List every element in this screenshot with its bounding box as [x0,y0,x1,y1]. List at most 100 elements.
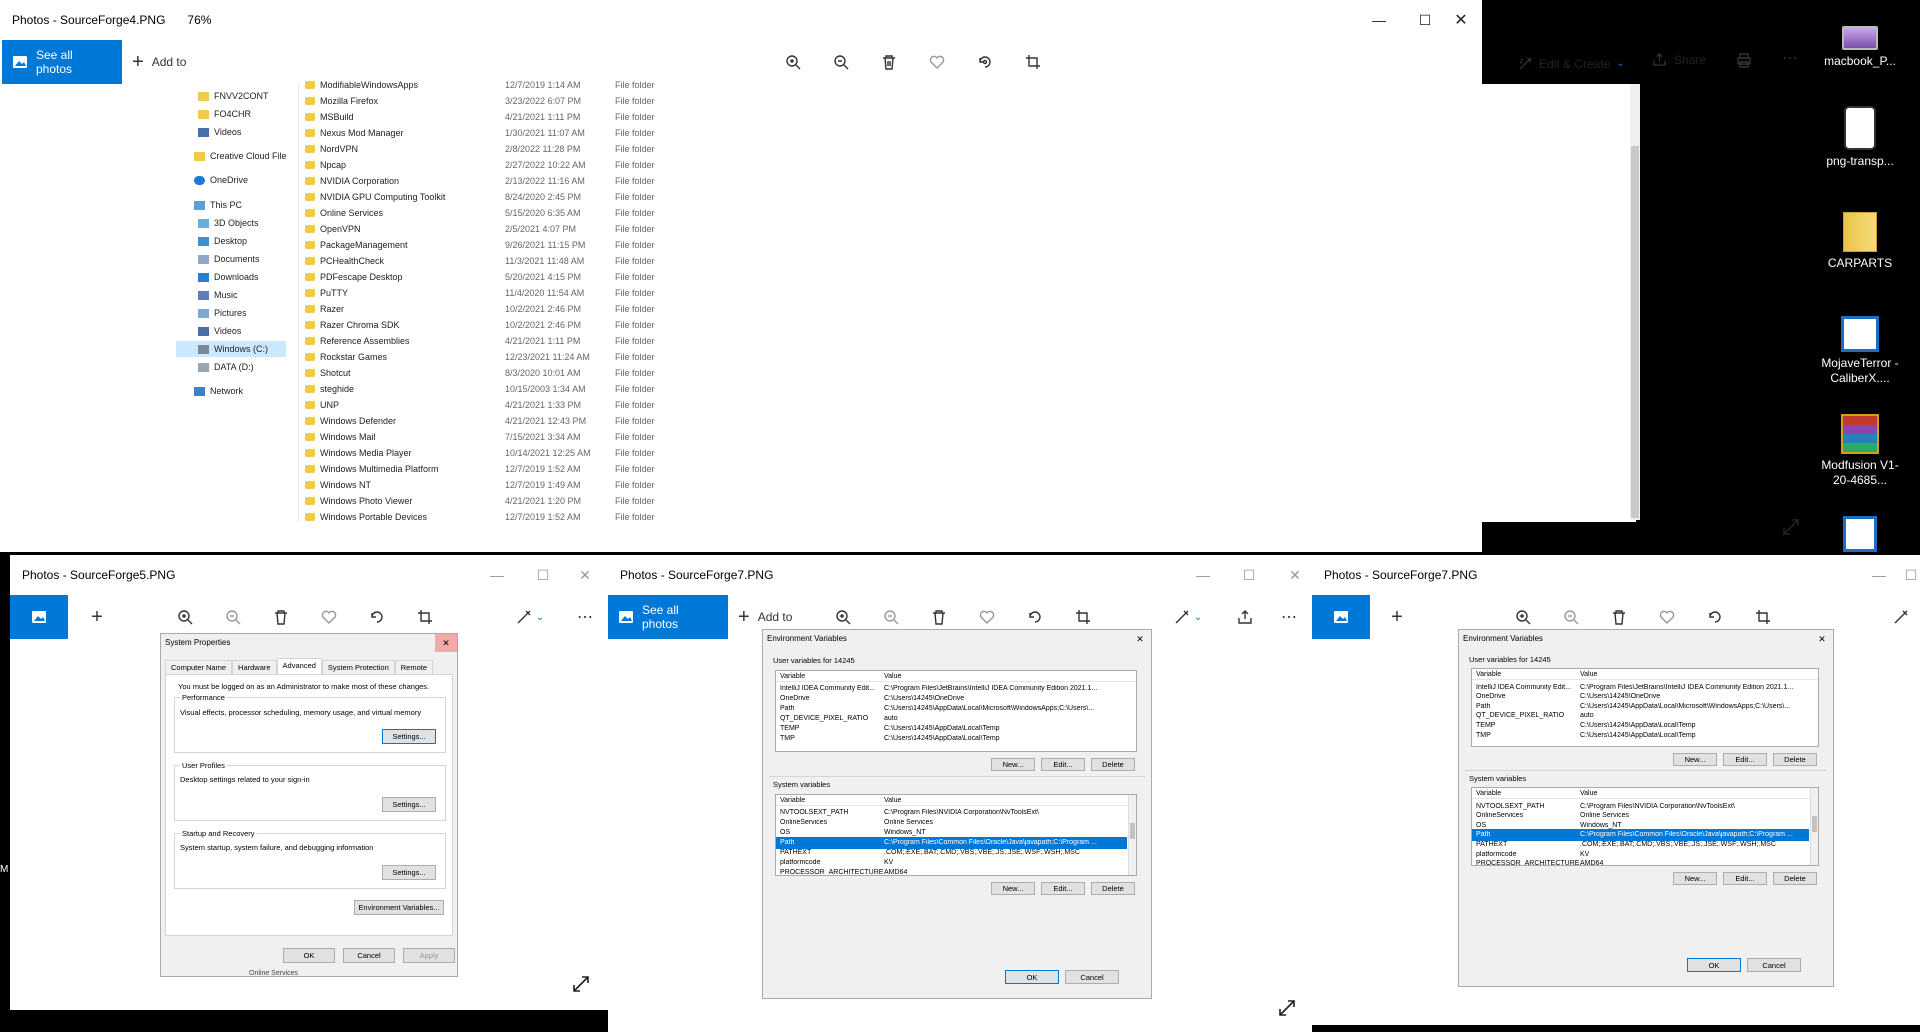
desktop-icon-png-transparent[interactable]: png-transp... [1820,106,1900,169]
close-button[interactable]: ✕ [562,555,608,595]
maximize-button[interactable]: ☐ [1226,555,1272,595]
file-row[interactable]: Windows Portable Devices 12/7/2019 1:52 A… [305,509,655,521]
file-row[interactable]: Nexus Mod Manager 1/30/2021 11:07 AM File … [305,125,655,141]
system-var-row[interactable]: PROCESSOR_ARCHITECTURE AMD64 [776,867,1127,875]
file-row[interactable]: Online Services 5/15/2020 6:35 AM File fol… [305,205,655,221]
file-row[interactable]: MSBuild 4/21/2021 1:11 PM File folder [305,109,655,125]
file-row[interactable]: Windows Defender 4/21/2021 12:43 PM File f… [305,413,655,429]
cancel-button[interactable]: Cancel [1747,958,1801,972]
system-vars-list[interactable]: Variable Value NVTOOLSEXT_PATH C:\Program F… [775,794,1137,876]
tab-computer-name[interactable]: Computer Name [165,660,233,674]
file-row[interactable]: steghide 10/15/2003 1:34 AM File folder [305,381,655,397]
system-vars-list[interactable]: Variable Value NVTOOLSEXT_PATH C:\Program F… [1471,787,1819,867]
tab-hardware[interactable]: Hardware [232,660,277,674]
minimize-button[interactable]: — [1356,0,1402,40]
zoom-in-button[interactable] [778,40,808,84]
add-to-button[interactable]: + [1382,595,1412,639]
fullscreen-button[interactable] [572,975,590,998]
system-edit-button[interactable]: Edit... [1723,871,1767,885]
system-edit-button[interactable]: Edit... [1041,882,1085,895]
file-row[interactable]: PackageManagement 9/26/2021 11:15 PM File … [305,237,655,253]
maximize-button[interactable]: ☐ [520,555,566,595]
scrollbar-thumb[interactable] [1130,823,1135,839]
nav-item[interactable]: Music [198,290,238,300]
file-row[interactable]: Npcap 2/27/2022 10:22 AM File folder [305,157,655,173]
nav-item[interactable]: Videos [198,326,241,336]
nav-item[interactable]: 3D Objects [198,218,259,228]
file-row[interactable]: Shotcut 8/3/2020 10:01 AM File folder [305,365,655,381]
environment-variables-button[interactable]: Environment Variables... [354,900,444,915]
print-button[interactable] [1736,52,1752,73]
file-row[interactable]: PDFescape Desktop 5/20/2021 4:15 PM File f… [305,269,655,285]
maximize-button[interactable]: ☐ [1902,555,1920,595]
fullscreen-button[interactable] [1278,999,1296,1022]
see-all-photos-button[interactable] [10,595,68,639]
minimize-button[interactable]: — [1180,555,1226,595]
desktop-icon-macbook[interactable]: macbook_P... [1820,24,1900,69]
see-all-photos-button[interactable] [1312,595,1370,639]
nav-item[interactable]: Videos [198,127,241,137]
file-row[interactable]: NordVPN 2/8/2022 11:28 PM File folder [305,141,655,157]
nav-item[interactable]: This PC [194,200,242,210]
file-row[interactable]: PCHealthCheck 11/3/2021 11:48 AM File fold… [305,253,655,269]
file-row[interactable]: Reference Assemblies 4/21/2021 1:11 PM Fil… [305,333,655,349]
user-new-button[interactable]: New... [991,758,1035,771]
edit-create-button[interactable]: ⌄ [510,595,550,639]
see-all-photos-button[interactable]: See all photos [2,40,122,84]
desktop-icon-modfusion[interactable]: Modfusion V1-20-4685... [1820,414,1900,488]
share-button[interactable] [1230,595,1260,639]
system-vars-scrollbar[interactable] [1810,788,1818,866]
ok-button[interactable]: OK [1005,970,1059,984]
toolbar-edit-create[interactable]: Edit & Create ⌄ [1518,56,1625,71]
user-delete-button[interactable]: Delete [1773,752,1817,766]
file-row[interactable]: UNP 4/21/2021 1:33 PM File folder [305,397,655,413]
user-edit-button[interactable]: Edit... [1723,752,1767,766]
dialog-close-button[interactable]: ✕ [1129,630,1151,648]
system-var-row[interactable]: PROCESSOR_ARCHITECTURE AMD64 [1472,858,1809,865]
nav-item-windows-c[interactable]: Windows (C:) [198,344,268,354]
file-row[interactable]: Rockstar Games 12/23/2021 11:24 AM File fo… [305,349,655,365]
user-profiles-settings-button[interactable]: Settings... [382,797,436,812]
edit-create-button[interactable] [1886,595,1916,639]
minimize-button[interactable]: — [1856,555,1902,595]
apply-button[interactable]: Apply [403,948,455,963]
share-button[interactable]: Share [1652,52,1706,67]
cancel-button[interactable]: Cancel [343,948,395,963]
file-row[interactable]: Windows Mail 7/15/2021 3:34 AM File folder [305,429,655,445]
file-row[interactable]: Razer Chroma SDK 10/2/2021 2:46 PM File fo… [305,317,655,333]
nav-item[interactable]: Documents [198,254,260,264]
desktop-icon-partial[interactable] [1820,516,1900,556]
nav-item[interactable]: OneDrive [194,175,248,185]
nav-item[interactable]: Creative Cloud File [194,151,287,161]
ok-button[interactable]: OK [1687,958,1741,972]
file-row[interactable]: NVIDIA GPU Computing Toolkit 8/24/2020 2:… [305,189,655,205]
edit-create-button[interactable]: ⌄ [1168,595,1208,639]
file-row[interactable]: Windows Photo Viewer 4/21/2021 1:20 PM Fil… [305,493,655,509]
user-vars-list[interactable]: Variable Value IntelliJ IDEA Community Edi… [775,670,1137,752]
performance-settings-button[interactable]: Settings... [382,729,436,744]
favorite-button[interactable] [922,40,952,84]
file-row[interactable]: NVIDIA Corporation 2/13/2022 11:16 AM File… [305,173,655,189]
cancel-button[interactable]: Cancel [1065,970,1119,984]
file-row[interactable]: Windows NT 12/7/2019 1:49 AM File folder [305,477,655,493]
dialog-close-button[interactable]: ✕ [435,634,457,652]
desktop-icon-carparts[interactable]: CARPARTS [1820,212,1900,271]
file-row[interactable]: Razer 10/2/2021 2:46 PM File folder [305,301,655,317]
user-delete-button[interactable]: Delete [1091,758,1135,771]
system-vars-scrollbar[interactable] [1128,795,1136,875]
main-scrollbar[interactable] [1630,84,1640,520]
startup-settings-button[interactable]: Settings... [382,865,436,880]
main-scrollbar-thumb[interactable] [1631,146,1639,518]
file-row[interactable]: Mozilla Firefox 3/23/2022 6:07 PM File fol… [305,93,655,109]
nav-item[interactable]: DATA (D:) [198,362,254,372]
nav-item[interactable]: FNVV2CONT [198,91,269,101]
delete-button[interactable] [874,40,904,84]
system-delete-button[interactable]: Delete [1773,871,1817,885]
user-vars-list[interactable]: Variable Value IntelliJ IDEA Community Edi… [1471,668,1819,748]
more-options-button[interactable]: ⋯ [1782,48,1798,68]
file-row[interactable]: OpenVPN 2/5/2021 4:07 PM File folder [305,221,655,237]
user-edit-button[interactable]: Edit... [1041,758,1085,771]
more-options-button[interactable]: ⋯ [1274,595,1304,639]
tab-system-protection[interactable]: System Protection [321,660,395,674]
minimize-button[interactable]: — [474,555,520,595]
